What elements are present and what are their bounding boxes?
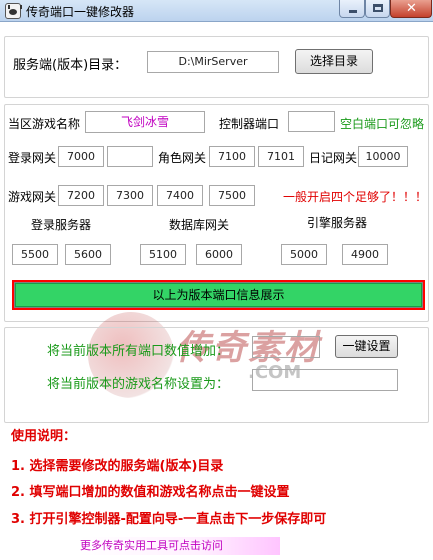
increment-label: 将当前版本所有端口数值增加： — [47, 344, 230, 359]
login-server-port-2[interactable]: 5600 — [65, 244, 111, 265]
role-gate-port-2[interactable]: 7101 — [258, 146, 304, 167]
game-gate-hint: 一般开启四个足够了！！！ — [283, 190, 428, 204]
maximize-icon — [373, 4, 383, 12]
engine-server-port-1[interactable]: 5000 — [281, 244, 327, 265]
login-server-label: 登录服务器 — [31, 218, 92, 232]
port-info-banner: 以上为版本端口信息展示 — [12, 280, 425, 310]
role-gate-label: 角色网关 — [158, 151, 207, 165]
rename-input[interactable] — [252, 369, 398, 391]
instruction-step-1: 1. 选择需要修改的服务端(版本)目录 — [11, 459, 224, 474]
db-gate-label: 数据库网关 — [169, 218, 230, 232]
instruction-step-2: 2. 填写端口增加的数值和游戏名称点击一键设置 — [11, 485, 290, 500]
server-dir-label: 服务端(版本)目录： — [13, 58, 128, 73]
game-gate-port-2[interactable]: 7300 — [107, 185, 153, 206]
engine-server-port-2[interactable]: 4900 — [342, 244, 388, 265]
login-gate-port-2[interactable] — [107, 146, 153, 167]
minimize-button[interactable] — [339, 0, 365, 18]
role-gate-port-1[interactable]: 7100 — [209, 146, 255, 167]
db-gate-port-1[interactable]: 5100 — [140, 244, 186, 265]
game-gate-port-3[interactable]: 7400 — [157, 185, 203, 206]
close-button[interactable]: ✕ — [390, 0, 432, 18]
rename-label: 将当前版本的游戏名称设置为： — [47, 377, 230, 392]
banner-text: 以上为版本端口信息展示 — [15, 283, 422, 307]
main-panel: 服务端(版本)目录： D:\MirServer 选择目录 当区游戏名称 飞剑冰雪… — [0, 22, 433, 560]
window-title: 传奇端口一键修改器 — [26, 5, 135, 19]
close-icon: ✕ — [406, 1, 417, 16]
maximize-button[interactable] — [365, 0, 390, 18]
instructions-title: 使用说明： — [11, 429, 77, 444]
zone-name-label: 当区游戏名称 — [8, 117, 81, 131]
controller-hint: 空白端口可忽略 — [340, 117, 425, 131]
select-dir-button[interactable]: 选择目录 — [295, 49, 373, 74]
title-bar: 传奇端口一键修改器 ✕ — [0, 0, 433, 22]
tools-link[interactable]: 更多传奇实用工具可点击访问 — [80, 537, 280, 555]
controller-port-input[interactable] — [288, 111, 335, 132]
server-dir-input[interactable]: D:\MirServer — [147, 51, 279, 73]
login-gate-port-1[interactable]: 7000 — [58, 146, 104, 167]
login-server-port-1[interactable]: 5500 — [12, 244, 58, 265]
login-gate-label: 登录网关 — [8, 151, 57, 165]
increment-input[interactable] — [252, 336, 320, 358]
engine-server-label: 引擎服务器 — [307, 216, 368, 230]
game-gate-label: 游戏网关 — [8, 190, 57, 204]
controller-port-label: 控制器端口 — [219, 117, 280, 131]
game-gate-port-4[interactable]: 7500 — [209, 185, 255, 206]
app-panda-icon — [5, 3, 22, 19]
zone-name-input[interactable]: 飞剑冰雪 — [85, 111, 205, 133]
game-gate-port-1[interactable]: 7200 — [58, 185, 104, 206]
log-gate-port[interactable]: 10000 — [358, 146, 408, 167]
one-key-apply-button[interactable]: 一键设置 — [335, 335, 398, 358]
instruction-step-3: 3. 打开引擎控制器-配置向导-一直点击下一步保存即可 — [11, 512, 327, 527]
db-gate-port-2[interactable]: 6000 — [196, 244, 242, 265]
minimize-icon — [349, 10, 357, 13]
log-gate-label: 日记网关 — [309, 151, 358, 165]
